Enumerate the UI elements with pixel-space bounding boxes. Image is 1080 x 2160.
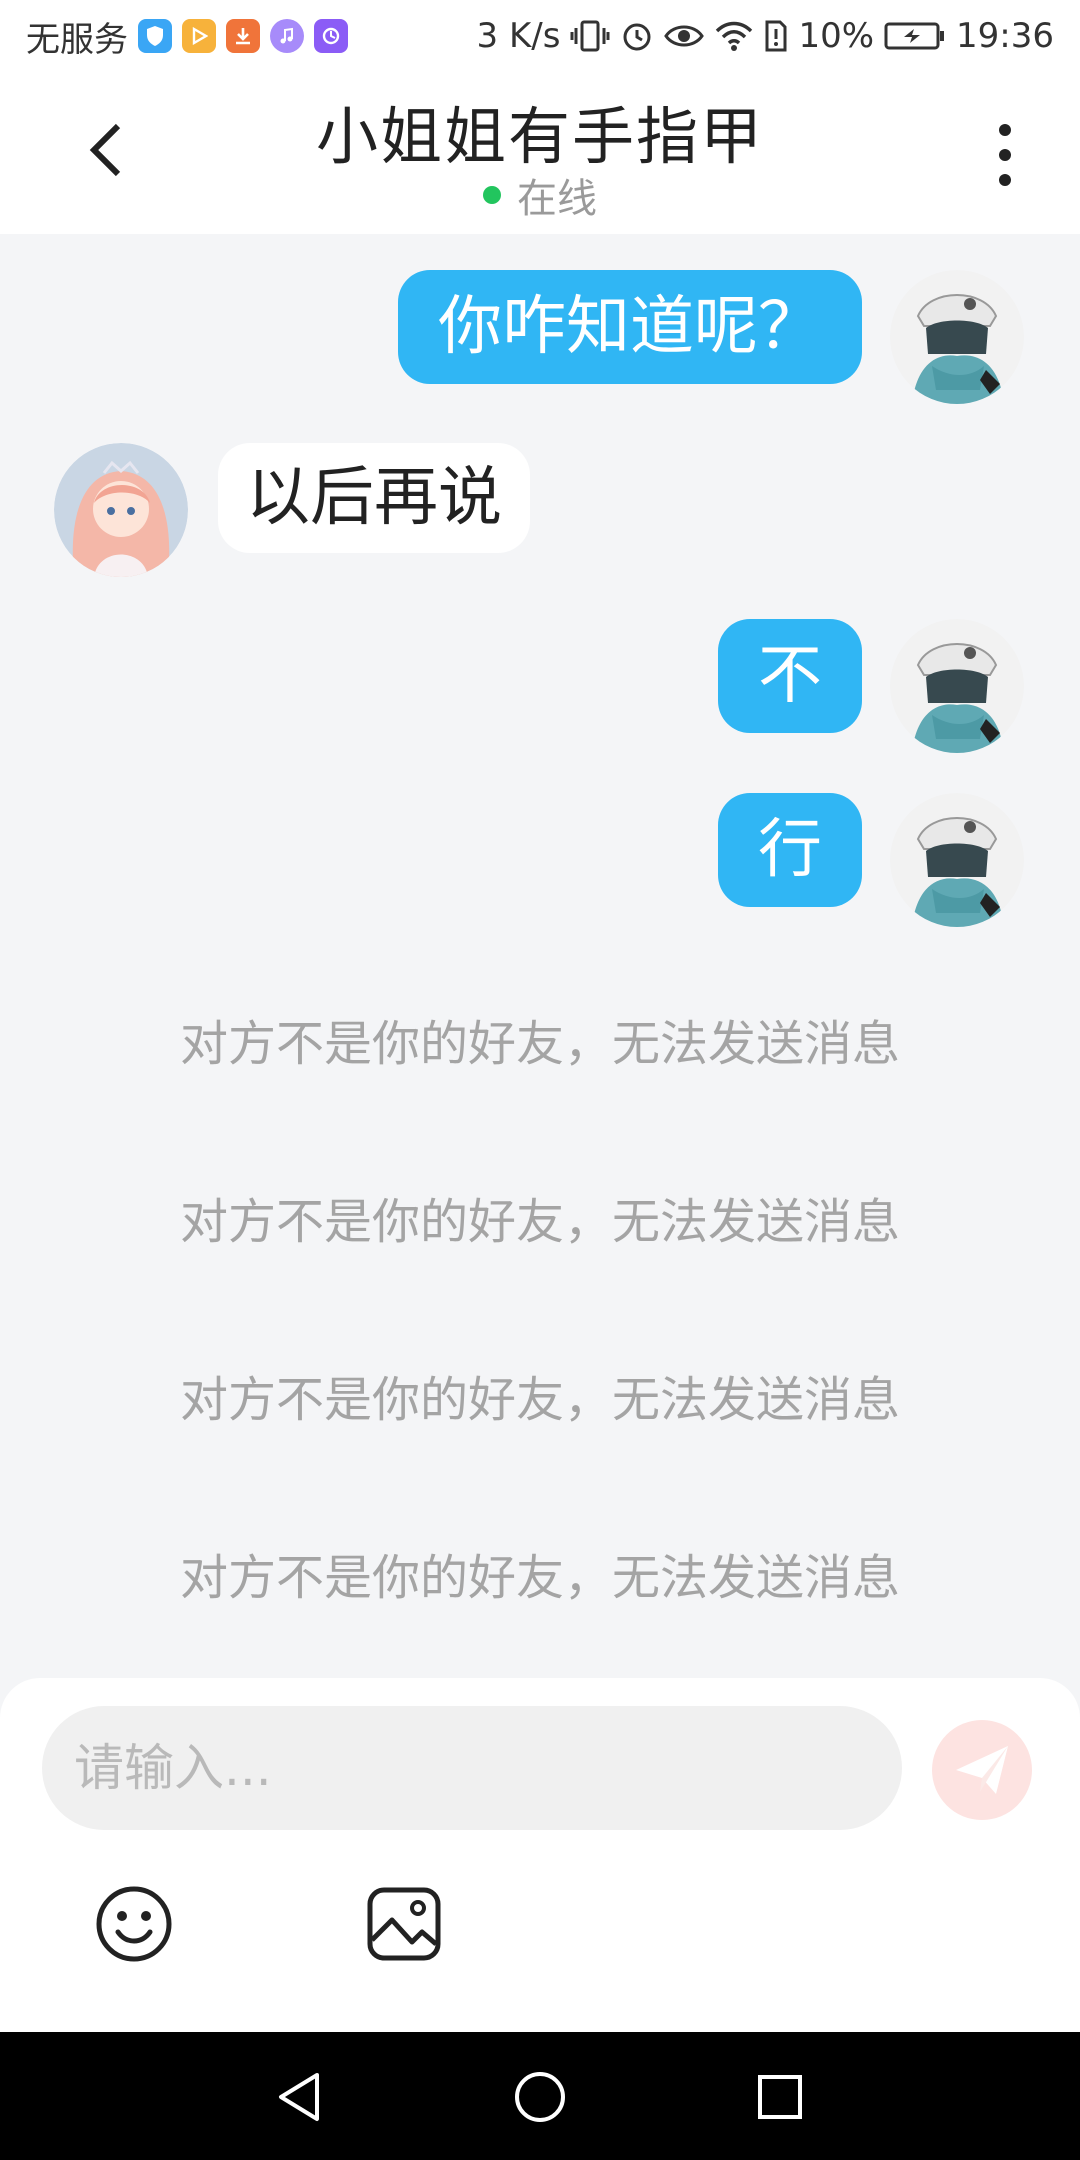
- status-left: 无服务: [26, 12, 348, 61]
- music-app-icon: [270, 19, 304, 53]
- net-speed-text: 3 K/s: [476, 16, 561, 56]
- my-message-bubble[interactable]: 不: [718, 619, 862, 733]
- system-message: 对方不是你的好友，无法发送消息: [179, 1016, 900, 1072]
- online-dot-icon: [483, 186, 501, 204]
- my-avatar[interactable]: [890, 619, 1024, 753]
- message-row: 行: [0, 793, 1080, 929]
- shield-app-icon: [138, 19, 172, 53]
- contact-avatar[interactable]: [54, 443, 188, 577]
- carrier-text: 无服务: [26, 19, 128, 60]
- my-message-bubble[interactable]: 行: [718, 793, 862, 907]
- my-avatar[interactable]: [890, 793, 1024, 927]
- eye-icon: [664, 21, 705, 51]
- status-bar: 无服务 3 K/s 10% 19:36: [0, 0, 1080, 72]
- emoji-button[interactable]: [94, 1884, 174, 1964]
- system-message: 对方不是你的好友，无法发送消息: [179, 1194, 900, 1250]
- chat-header: 小姐姐有手指甲 在线: [0, 72, 1080, 234]
- nav-back-icon: [279, 2073, 319, 2121]
- more-icon: [999, 124, 1011, 186]
- system-message: 对方不是你的好友，无法发送消息: [179, 1550, 900, 1606]
- download-app-icon: [226, 19, 260, 53]
- nav-back-button[interactable]: [264, 2062, 334, 2132]
- chat-title: 小姐姐有手指甲: [315, 100, 764, 173]
- video-app-icon: [182, 19, 216, 53]
- wifi-icon: [714, 20, 754, 52]
- contact-message-bubble[interactable]: 以后再说: [218, 443, 530, 553]
- message-input[interactable]: [42, 1706, 902, 1830]
- my-avatar[interactable]: [890, 270, 1024, 404]
- clock-time-text: 19:36: [956, 16, 1054, 56]
- message-composer: [0, 1678, 1080, 2032]
- nav-recent-button[interactable]: [745, 2062, 815, 2132]
- clock-app-icon: [314, 19, 348, 53]
- emoji-icon: [96, 1886, 172, 1962]
- online-status-text: 在线: [517, 176, 597, 222]
- system-nav-bar: [0, 2032, 1080, 2160]
- message-row: 不: [0, 619, 1080, 755]
- battery-percent-text: 10%: [798, 16, 875, 56]
- image-icon: [367, 1887, 441, 1961]
- my-message-bubble[interactable]: 你咋知道呢？: [398, 270, 862, 384]
- image-button[interactable]: [364, 1884, 444, 1964]
- status-right: 3 K/s 10% 19:36: [477, 16, 1054, 56]
- alarm-icon: [620, 19, 654, 53]
- nav-home-icon: [515, 2072, 565, 2122]
- more-button[interactable]: [990, 120, 1020, 190]
- message-row: 你咋知道呢？: [0, 270, 1080, 406]
- nav-home-button[interactable]: [505, 2062, 575, 2132]
- battery-charging-icon: [884, 21, 946, 51]
- send-button[interactable]: [932, 1720, 1032, 1820]
- message-row: 以后再说: [0, 443, 1080, 579]
- vibrate-icon: [570, 19, 610, 53]
- nav-recent-icon: [758, 2075, 802, 2119]
- system-message: 对方不是你的好友，无法发送消息: [179, 1372, 900, 1428]
- send-icon: [956, 1746, 1008, 1794]
- online-status: 在线: [0, 166, 1080, 224]
- sim-alert-icon: [764, 19, 788, 53]
